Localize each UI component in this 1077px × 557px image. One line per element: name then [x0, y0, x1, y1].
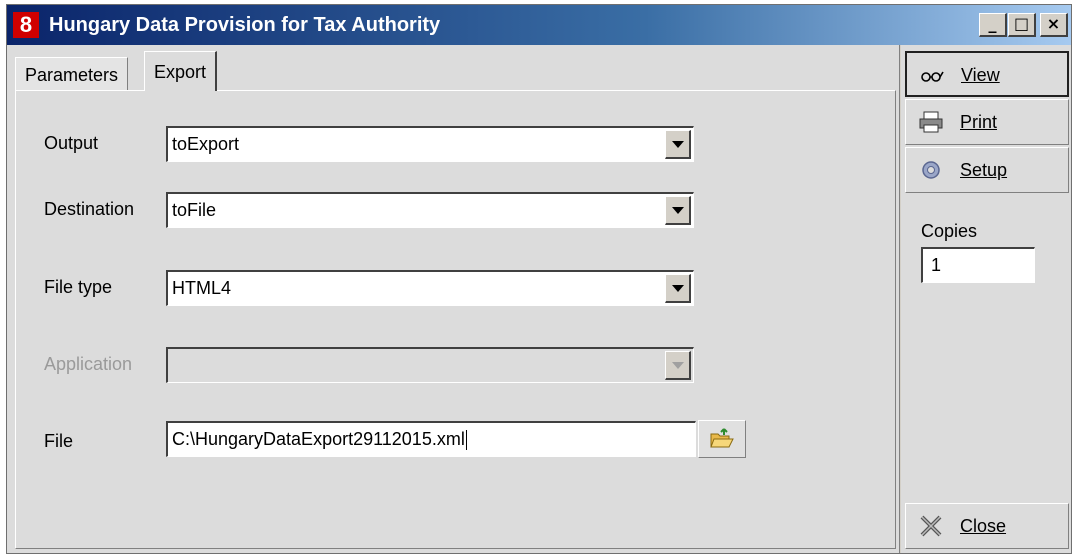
close-label: Close — [960, 516, 1007, 536]
chevron-down-icon — [672, 207, 684, 214]
file-type-label: File type — [44, 277, 113, 297]
chevron-down-icon — [672, 141, 684, 148]
file-path-text: C:\HungaryDataExport29112015.xml — [172, 429, 467, 451]
file-type-combo[interactable]: HTML4 — [166, 270, 694, 306]
close-x-icon — [920, 515, 942, 537]
destination-value: toFile — [172, 200, 217, 220]
text-caret — [465, 430, 467, 451]
output-label: Output — [44, 133, 99, 153]
minimize-button[interactable]: _ — [979, 13, 1007, 37]
window-title: Hungary Data Provision for Tax Authority — [49, 14, 441, 36]
destination-label: Destination — [44, 199, 135, 219]
output-dropdown-button[interactable] — [665, 130, 691, 159]
print-button[interactable]: Print — [905, 99, 1069, 145]
main-pane: Parameters Export Output toExport Destin… — [7, 45, 900, 553]
copies-value: 1 — [931, 255, 942, 275]
maximize-button[interactable]: □ — [1008, 13, 1036, 37]
print-label: Print — [960, 112, 998, 132]
application-dropdown-button — [665, 351, 691, 380]
export-tab-panel: Output toExport Destination toFile File … — [15, 90, 896, 549]
setup-button[interactable]: Setup — [905, 147, 1069, 193]
chevron-down-icon — [672, 285, 684, 292]
close-window-button[interactable]: × — [1040, 13, 1068, 37]
view-button[interactable]: View — [905, 51, 1069, 97]
copies-label: Copies — [921, 221, 978, 241]
copies-input[interactable]: 1 — [921, 247, 1035, 283]
app-icon: 8 — [13, 12, 39, 38]
view-label: View — [961, 65, 1000, 85]
file-type-dropdown-button[interactable] — [665, 274, 691, 303]
destination-combo[interactable]: toFile — [166, 192, 694, 228]
side-panel: View Print Setup Copies 1 Close — [901, 45, 1071, 553]
close-button[interactable]: Close — [905, 503, 1069, 549]
file-type-value: HTML4 — [172, 278, 232, 298]
browse-file-button[interactable] — [698, 420, 746, 458]
application-combo — [166, 347, 694, 383]
gear-icon — [922, 161, 940, 179]
destination-dropdown-button[interactable] — [665, 196, 691, 225]
file-path-value: C:\HungaryDataExport29112015.xml — [172, 429, 465, 449]
file-label: File — [44, 431, 74, 451]
setup-label: Setup — [960, 160, 1008, 180]
title-bar[interactable]: 8 Hungary Data Provision for Tax Authori… — [7, 5, 1071, 45]
output-combo[interactable]: toExport — [166, 126, 694, 162]
glasses-icon — [921, 71, 944, 82]
chevron-down-icon — [672, 362, 684, 369]
tab-export[interactable]: Export — [144, 51, 218, 91]
dialog-window: 8 Hungary Data Provision for Tax Authori… — [6, 4, 1072, 554]
application-label: Application — [44, 354, 133, 374]
output-value: toExport — [172, 134, 240, 154]
folder-open-icon — [710, 428, 734, 448]
file-path-input[interactable]: C:\HungaryDataExport29112015.xml — [166, 421, 696, 457]
printer-icon — [919, 111, 943, 133]
tab-parameters[interactable]: Parameters — [15, 57, 129, 91]
